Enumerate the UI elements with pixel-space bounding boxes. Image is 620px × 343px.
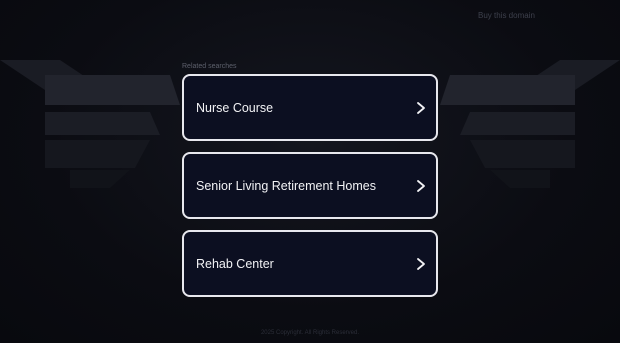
- chevron-right-icon: [417, 179, 425, 192]
- result-label: Senior Living Retirement Homes: [196, 178, 376, 193]
- related-searches-list: Nurse Course Senior Living Retirement Ho…: [182, 74, 438, 308]
- related-search-result[interactable]: Nurse Course: [182, 74, 438, 141]
- chevron-right-icon: [417, 257, 425, 270]
- chevron-right-icon: [417, 101, 425, 114]
- buy-domain-link[interactable]: Buy this domain: [478, 11, 535, 20]
- related-search-result[interactable]: Senior Living Retirement Homes: [182, 152, 438, 219]
- footer-copyright: 2025 Copyright. All Rights Reserved.: [260, 330, 360, 336]
- result-label: Rehab Center: [196, 256, 274, 271]
- result-label: Nurse Course: [196, 100, 274, 115]
- right-decorative-wing: [440, 60, 620, 188]
- related-search-result[interactable]: Rehab Center: [182, 230, 438, 297]
- left-decorative-wing: [0, 60, 180, 188]
- related-searches-heading: Related searches: [182, 63, 237, 70]
